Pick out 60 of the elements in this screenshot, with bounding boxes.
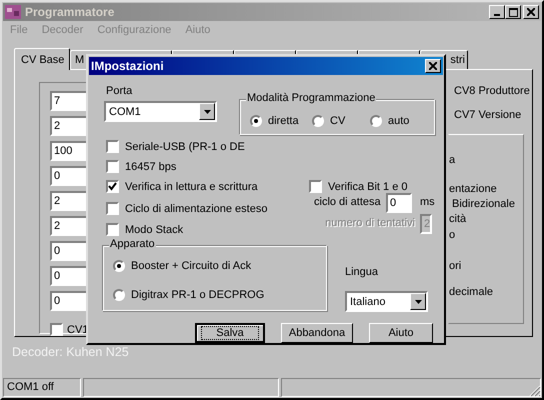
checkbox[interactable] — [106, 223, 119, 236]
close-button[interactable] — [425, 59, 441, 73]
checkbox-label: Seriale-USB (PR-1 o DE — [125, 140, 245, 152]
option-label: cità — [449, 212, 468, 227]
caret-icon — [410, 293, 426, 310]
group-title: Apparato — [109, 238, 156, 250]
language-dropdown[interactable]: Italiano — [345, 291, 428, 312]
field-label: numero di tentativi — [325, 217, 415, 229]
close-icon — [429, 62, 437, 70]
checkbox-label: CV1 — [67, 324, 88, 336]
field-label: CV7 Versione — [454, 108, 522, 122]
radio-button[interactable] — [312, 115, 324, 127]
dialog-button[interactable]: Abbandona — [281, 323, 353, 343]
option-label: decimale — [449, 285, 494, 300]
caret-icon — [199, 103, 215, 120]
radio-button[interactable] — [250, 115, 262, 127]
dialog-button[interactable]: Aiuto — [369, 323, 433, 343]
field-label: ciclo di attesa — [314, 196, 381, 208]
radio-label: CV — [330, 115, 346, 127]
checkbox-label: Verifica Bit 1 e 0 — [328, 180, 408, 192]
option-label: Bidirezionale — [452, 197, 516, 212]
dialog-title: IMpostazioni — [91, 59, 164, 73]
unit-label: ms — [420, 196, 435, 208]
close-icon — [527, 8, 535, 16]
dialog-button[interactable]: Salva — [195, 323, 265, 343]
input-field[interactable]: 0 — [386, 193, 412, 213]
checkbox-label: 16457 bps — [125, 160, 176, 172]
checkbox[interactable] — [50, 323, 63, 336]
option-label: a — [449, 153, 456, 168]
radio-button[interactable] — [370, 115, 382, 127]
option-label: ori — [449, 259, 462, 274]
checkbox[interactable] — [106, 140, 119, 153]
option-label: entazione — [449, 182, 498, 197]
radio-button[interactable] — [113, 260, 125, 272]
checkbox-label: Verifica in lettura e scrittura — [125, 180, 258, 192]
option-label: o — [449, 228, 456, 243]
field-label: CV8 Produttore — [454, 84, 530, 98]
field-label: Lingua — [345, 266, 378, 278]
radio-label: Digitrax PR-1 o DECPROG — [131, 289, 264, 301]
resize-grip-icon — [529, 385, 541, 397]
close-button[interactable] — [523, 5, 539, 19]
tab[interactable]: CV Base — [14, 48, 70, 70]
maximize-button[interactable] — [505, 5, 521, 19]
checkbox[interactable] — [106, 202, 119, 215]
radio-label: auto — [388, 115, 410, 127]
radio-button[interactable] — [113, 289, 125, 301]
window-title: Programmatore — [25, 5, 114, 19]
checkbox[interactable] — [106, 160, 119, 173]
status-pane: COM1 off — [3, 378, 81, 397]
checkbox-label: Ciclo di alimentazione esteso — [125, 202, 268, 214]
checkbox[interactable] — [309, 180, 322, 193]
radio-label: diretta — [268, 115, 299, 127]
checkbox-label: Modo Stack — [125, 224, 184, 236]
checkbox[interactable] — [106, 180, 119, 193]
app-icon — [5, 5, 21, 19]
minimize-button[interactable] — [489, 5, 505, 19]
radio-label: Booster + Circuito di Ack — [131, 260, 252, 272]
group-title: Modalità Programmazione — [246, 92, 376, 104]
maximize-icon — [508, 8, 518, 16]
port-dropdown[interactable]: COM1 — [104, 101, 217, 122]
